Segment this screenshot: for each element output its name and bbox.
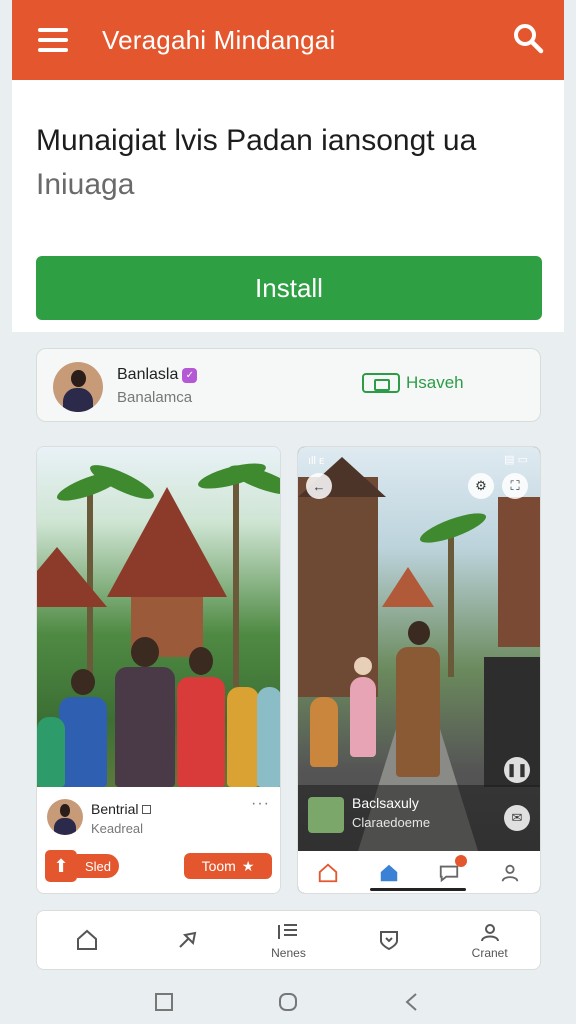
home-button-icon[interactable] bbox=[278, 992, 298, 1012]
shield-heart-icon bbox=[380, 931, 399, 951]
video-card-nav bbox=[298, 851, 540, 893]
badge-icon bbox=[142, 805, 152, 814]
profile-icon[interactable] bbox=[498, 861, 522, 885]
app-bar: Veragahi Mindangai bbox=[12, 0, 564, 80]
creator-card[interactable]: Banlasla ✓ Banalamca Hsaveh bbox=[36, 348, 541, 422]
pause-icon[interactable]: ❚❚ bbox=[504, 757, 530, 783]
chat-icon[interactable] bbox=[437, 855, 468, 885]
install-button[interactable]: Install bbox=[36, 256, 542, 320]
post-card-footer: Bentrial Keadreal ··· ⬆ Sled Toom ★ bbox=[37, 787, 280, 893]
home-indicator bbox=[370, 888, 466, 891]
sled-button[interactable]: ⬆ Sled bbox=[45, 850, 129, 882]
hero-section: Munaigiat lvis Padan iansongt ua Iniuaga… bbox=[12, 80, 564, 332]
tab-profile-label: Cranet bbox=[471, 946, 508, 960]
star-icon: ★ bbox=[241, 857, 255, 874]
video-subtitle: Claraedoeme bbox=[352, 815, 431, 830]
post-author-avatar[interactable] bbox=[47, 799, 83, 835]
tab-saved[interactable] bbox=[354, 927, 424, 953]
village-photo[interactable] bbox=[37, 447, 280, 787]
video-author-name: Baclsaxuly bbox=[352, 795, 419, 811]
tab-news[interactable]: Nenes bbox=[253, 920, 323, 960]
status-bar-right: ▤ ▭ bbox=[504, 454, 528, 466]
bottom-tab-bar: Nenes Cranet bbox=[36, 910, 541, 970]
creator-action-button[interactable]: Hsaveh bbox=[362, 373, 464, 393]
house-active-icon[interactable] bbox=[377, 861, 401, 885]
post-author-subtitle: Keadreal bbox=[91, 821, 144, 836]
toom-button[interactable]: Toom ★ bbox=[184, 853, 272, 879]
creator-name-row: Banlasla ✓ bbox=[117, 366, 198, 384]
comment-icon[interactable]: ✉ bbox=[504, 805, 530, 831]
creator-avatar[interactable] bbox=[53, 362, 103, 412]
profile-icon bbox=[480, 924, 499, 942]
creator-subtitle: Banalamca bbox=[117, 389, 193, 406]
tab-profile[interactable]: Cranet bbox=[455, 920, 525, 960]
more-options-icon[interactable]: ··· bbox=[251, 795, 270, 813]
video-card[interactable]: ıll ᴇ ▤ ▭ ← ⚙ ⛶ ❚❚ Baclsaxuly Claraedoem… bbox=[297, 446, 541, 894]
post-author-row: Bentrial bbox=[91, 801, 152, 817]
share-icon bbox=[179, 931, 197, 948]
home-icon[interactable] bbox=[316, 861, 340, 885]
hero-subheadline: Iniuaga bbox=[36, 168, 135, 201]
search-icon[interactable] bbox=[512, 22, 544, 54]
system-nav-bar bbox=[0, 980, 576, 1024]
hero-headline: Munaigiat lvis Padan iansongt ua bbox=[36, 124, 477, 157]
video-thumbnail[interactable] bbox=[308, 797, 344, 833]
sled-label: Sled bbox=[77, 854, 120, 878]
post-card[interactable]: Bentrial Keadreal ··· ⬆ Sled Toom ★ bbox=[36, 446, 281, 894]
back-icon[interactable] bbox=[402, 992, 422, 1012]
news-icon bbox=[278, 924, 298, 939]
fullscreen-icon[interactable]: ⛶ bbox=[502, 473, 528, 499]
app-title: Veragahi Mindangai bbox=[102, 24, 336, 55]
creator-name: Banlasla bbox=[117, 366, 179, 383]
post-author-name: Bentrial bbox=[91, 801, 139, 817]
home-icon bbox=[77, 929, 98, 950]
status-bar-left: ıll ᴇ bbox=[308, 455, 325, 467]
cast-icon bbox=[362, 373, 400, 393]
video-info-overlay: Baclsaxuly Claraedoeme ✉ bbox=[298, 785, 540, 851]
tab-home[interactable] bbox=[52, 927, 122, 953]
notification-badge bbox=[455, 855, 468, 867]
back-icon[interactable]: ← bbox=[306, 473, 332, 499]
toom-label: Toom bbox=[201, 858, 236, 874]
verified-icon: ✓ bbox=[182, 367, 198, 383]
bookmark-icon: ⬆ bbox=[45, 850, 77, 882]
gear-icon[interactable]: ⚙ bbox=[468, 473, 494, 499]
recents-icon[interactable] bbox=[154, 992, 174, 1012]
creator-action-label: Hsaveh bbox=[406, 373, 464, 392]
tab-news-label: Nenes bbox=[271, 946, 306, 960]
hamburger-icon[interactable] bbox=[38, 28, 68, 52]
tab-share[interactable] bbox=[153, 927, 223, 953]
